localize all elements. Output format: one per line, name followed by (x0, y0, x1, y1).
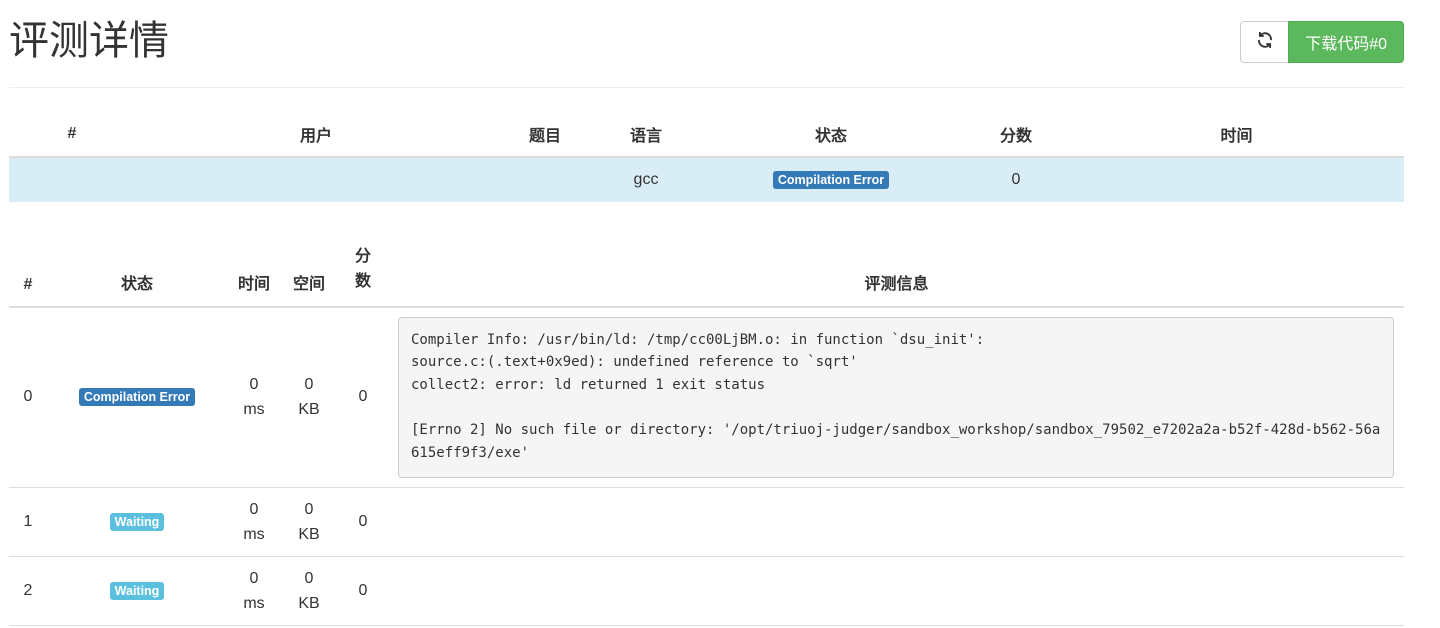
row-time-unit: ms (243, 525, 265, 543)
summary-header-id: # (9, 112, 135, 158)
summary-score: 0 (963, 157, 1069, 202)
details-header-status: 状态 (47, 228, 227, 308)
refresh-icon (1256, 31, 1274, 54)
summary-header-time: 时间 (1069, 112, 1404, 158)
summary-header-language: 语言 (593, 112, 699, 158)
summary-id (9, 157, 135, 202)
row-time-value: 0 (249, 569, 259, 587)
row-time-value: 0 (249, 500, 259, 518)
status-badge: Compilation Error (772, 171, 890, 189)
row-memory: 0 KB (281, 556, 337, 626)
summary-header-status: 状态 (699, 112, 963, 158)
row-memory-value: 0 (304, 569, 314, 587)
row-id: 0 (9, 307, 47, 488)
table-row: 2 Waiting 0 ms 0 KB 0 (9, 556, 1404, 626)
details-header-info: 评测信息 (389, 228, 1404, 308)
table-row: 1 Waiting 0 ms 0 KB 0 (9, 487, 1404, 557)
refresh-button[interactable] (1240, 21, 1289, 63)
row-info-cell (389, 556, 1404, 626)
summary-header-score: 分数 (963, 112, 1069, 158)
summary-status-cell: Compilation Error (699, 157, 963, 202)
details-header-memory: 空间 (281, 228, 337, 308)
row-score: 0 (337, 307, 389, 488)
details-header-score-line2: 数 (354, 273, 371, 290)
details-header-row: # 状态 时间 空间 分 数 评测信息 (9, 228, 1404, 308)
summary-language: gcc (593, 157, 699, 202)
row-time: 0 ms (227, 307, 281, 488)
row-memory: 0 KB (281, 487, 337, 557)
row-time: 0 ms (227, 556, 281, 626)
row-time: 0 ms (227, 487, 281, 557)
summary-header-user: 用户 (135, 112, 497, 158)
judge-message: Compiler Info: /usr/bin/ld: /tmp/cc00LjB… (398, 316, 1394, 478)
summary-header-row: # 用户 题目 语言 状态 分数 时间 (9, 112, 1404, 158)
row-id: 2 (9, 556, 47, 626)
row-score: 0 (337, 487, 389, 557)
summary-header-problem: 题目 (497, 112, 593, 158)
details-header-id: # (9, 228, 47, 308)
row-info-cell (389, 487, 1404, 557)
row-memory-value: 0 (304, 376, 314, 394)
table-row: 0 Compilation Error 0 ms 0 KB 0 Compiler… (9, 307, 1404, 488)
page-title: 评测详情 (9, 19, 169, 63)
details-header-score-line1: 分 (354, 248, 371, 265)
row-time-value: 0 (249, 376, 259, 394)
row-memory: 0 KB (281, 307, 337, 488)
row-memory-unit: KB (298, 594, 320, 612)
row-score: 0 (337, 556, 389, 626)
download-code-button[interactable]: 下载代码#0 (1288, 21, 1404, 63)
row-status-cell: Waiting (47, 487, 227, 557)
details-header-score: 分 数 (337, 228, 389, 308)
summary-row: gcc Compilation Error 0 (9, 157, 1404, 202)
row-time-unit: ms (243, 401, 265, 419)
row-status-cell: Waiting (47, 556, 227, 626)
testcase-details-table: # 状态 时间 空间 分 数 评测信息 0 Compilation Error … (9, 228, 1404, 626)
summary-problem[interactable] (497, 157, 593, 202)
details-header-time: 时间 (227, 228, 281, 308)
page: 评测详情 下载代码#0 # 用户 题目 语言 状态 分数 时间 gcc Comp… (0, 0, 1440, 628)
header-button-group: 下载代码#0 (1240, 21, 1404, 63)
status-badge: Compilation Error (78, 388, 196, 407)
summary-time (1069, 157, 1404, 202)
header-divider (9, 87, 1404, 88)
row-memory-value: 0 (304, 500, 314, 518)
row-memory-unit: KB (298, 401, 320, 419)
summary-user[interactable] (135, 157, 497, 202)
row-id: 1 (9, 487, 47, 557)
status-badge: Waiting (109, 581, 165, 600)
row-status-cell: Compilation Error (47, 307, 227, 488)
row-memory-unit: KB (298, 525, 320, 543)
status-badge: Waiting (109, 512, 165, 531)
row-time-unit: ms (243, 594, 265, 612)
submission-summary-table: # 用户 题目 语言 状态 分数 时间 gcc Compilation Erro… (9, 112, 1404, 202)
row-info-cell: Compiler Info: /usr/bin/ld: /tmp/cc00LjB… (389, 307, 1404, 488)
